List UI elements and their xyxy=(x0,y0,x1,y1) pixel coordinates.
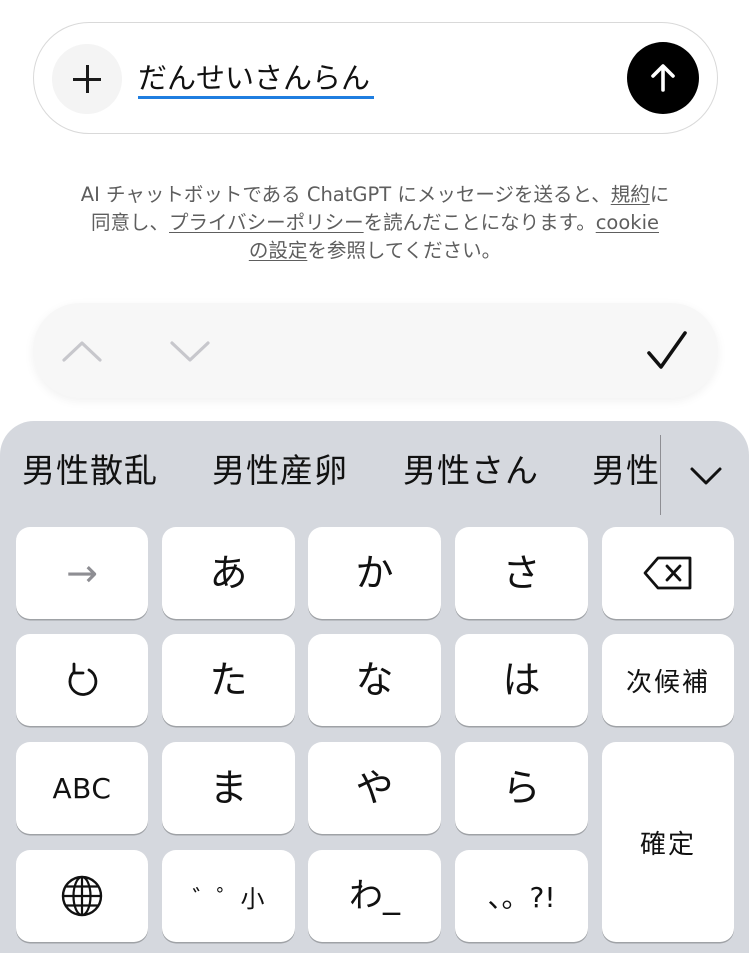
key-delete[interactable] xyxy=(602,527,734,619)
next-field-button[interactable] xyxy=(167,333,213,373)
done-button[interactable] xyxy=(643,327,691,379)
keyboard-nav-bar xyxy=(33,303,718,398)
globe-icon xyxy=(61,875,103,917)
cookie-settings-link-cont[interactable]: の設定 xyxy=(249,239,308,262)
previous-field-button[interactable] xyxy=(59,333,105,373)
key-ma[interactable]: ま xyxy=(162,742,295,834)
disclaimer-text: AI チャットボットである ChatGPT にメッセージを送ると、規約に 同意し… xyxy=(80,183,670,262)
expand-candidates-button[interactable] xyxy=(660,435,749,515)
checkmark-icon xyxy=(647,331,687,369)
chevron-down-icon xyxy=(170,341,210,362)
chevron-down-icon xyxy=(690,467,722,485)
candidate-item[interactable]: 男性さん xyxy=(403,451,539,491)
key-punctuation[interactable]: 、。?! xyxy=(455,850,588,942)
japanese-keyboard: 男性散乱 男性産卵 男性さん 男性 → あ か さ た な は 次候補 ABC … xyxy=(0,421,749,953)
cookie-settings-link[interactable]: cookie xyxy=(596,211,659,234)
send-button[interactable] xyxy=(627,42,699,114)
key-undo[interactable] xyxy=(16,634,148,726)
key-ta[interactable]: た xyxy=(162,634,295,726)
key-ya[interactable]: や xyxy=(308,742,441,834)
candidate-item[interactable]: 男性散乱 xyxy=(22,451,158,491)
arrow-up-icon xyxy=(651,64,675,92)
candidate-item[interactable]: 男性産卵 xyxy=(212,451,348,491)
message-composer: だんせいさんらん xyxy=(33,22,718,134)
key-arrow-right[interactable]: → xyxy=(16,527,148,619)
privacy-policy-link[interactable]: プライバシーポリシー xyxy=(169,211,364,234)
key-ha[interactable]: は xyxy=(455,634,588,726)
key-ra[interactable]: ら xyxy=(455,742,588,834)
key-sa[interactable]: さ xyxy=(455,527,588,619)
key-next-candidate[interactable]: 次候補 xyxy=(602,634,734,726)
key-wa[interactable]: わ_ xyxy=(308,850,441,942)
key-dakuten-small[interactable]: ゛゜小 xyxy=(162,850,295,942)
delete-backspace-icon xyxy=(643,556,692,590)
key-abc[interactable]: ABC xyxy=(16,742,148,834)
key-na[interactable]: な xyxy=(308,634,441,726)
undo-icon xyxy=(68,662,98,696)
key-ka[interactable]: か xyxy=(308,527,441,619)
candidate-item[interactable]: 男性 xyxy=(592,451,660,491)
message-input[interactable]: だんせいさんらん xyxy=(138,59,375,99)
key-a[interactable]: あ xyxy=(162,527,295,619)
arrow-right-icon: → xyxy=(66,551,98,595)
key-confirm[interactable]: 確定 xyxy=(602,742,734,942)
screen: だんせいさんらん AI チャットボットである ChatGPT にメッセージを送る… xyxy=(0,0,749,953)
candidate-bar: 男性散乱 男性産卵 男性さん 男性 xyxy=(0,421,749,521)
add-attachment-button[interactable] xyxy=(52,44,122,114)
key-globe[interactable] xyxy=(16,850,148,942)
chevron-up-icon xyxy=(62,341,102,362)
terms-link[interactable]: 規約 xyxy=(611,183,650,206)
